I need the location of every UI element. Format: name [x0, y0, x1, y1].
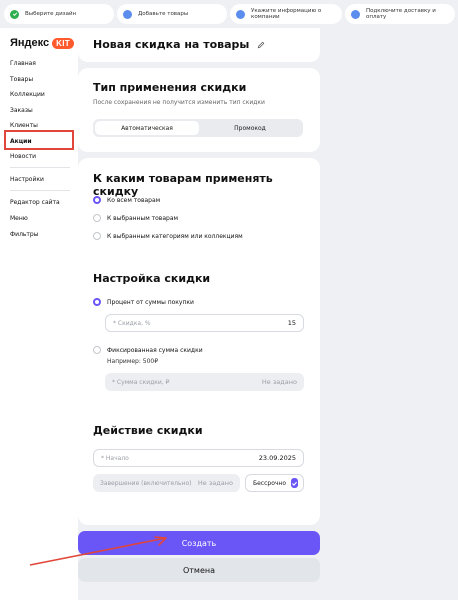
checkmark-icon	[291, 478, 299, 488]
check-icon	[10, 9, 19, 19]
sidebar-item-menu[interactable]: Меню	[10, 215, 28, 222]
radio-fixed[interactable]: Фиксированная сумма скидки	[93, 346, 203, 354]
discount-period-card: Действие скидки * Начало 23.09.2025 Заве…	[78, 412, 320, 525]
field-value: Не задано	[261, 378, 297, 386]
pencil-icon[interactable]	[257, 41, 265, 49]
step-dot-icon	[123, 9, 132, 19]
page-title-text: Новая скидка на товары	[93, 38, 250, 51]
brand-name: Яндекс	[10, 37, 50, 49]
tab-automatic[interactable]: Автоматическая	[95, 121, 199, 135]
radio-unchecked-icon	[93, 346, 101, 354]
radio-selected-categories[interactable]: К выбранным категориям или коллекциям	[93, 232, 243, 240]
radio-label: Процент от суммы покупки	[107, 298, 194, 306]
title-card: Новая скидка на товары	[78, 28, 320, 62]
radio-unchecked-icon	[93, 214, 101, 222]
field-placeholder: Завершение (включительно)	[100, 479, 192, 487]
field-value: 23.09.2025	[258, 454, 296, 462]
field-placeholder: * Скидка, %	[113, 319, 151, 327]
sidebar-item-clients[interactable]: Клиенты	[10, 122, 38, 129]
discount-setup-title: Настройка скидки	[93, 272, 211, 285]
discount-period-title: Действие скидки	[93, 424, 203, 437]
field-value: 15	[287, 319, 296, 327]
step-add-products[interactable]: Добавьте товары	[117, 4, 227, 24]
discount-setup-card: Настройка скидки Процент от суммы покупк…	[78, 260, 320, 430]
radio-percent[interactable]: Процент от суммы покупки	[93, 298, 194, 306]
sidebar-item-collections[interactable]: Коллекции	[10, 91, 45, 98]
sidebar-item-site-editor[interactable]: Редактор сайта	[10, 199, 60, 206]
field-placeholder: * Начало	[101, 454, 129, 462]
indefinite-checkbox[interactable]: Бессрочно	[245, 474, 304, 492]
onboarding-steps: Выберите дизайн Добавьте товары Укажите …	[0, 0, 458, 28]
step-label: Добавьте товары	[138, 11, 189, 17]
apply-scope-title: К каким товарам применять скидку	[93, 172, 273, 198]
sidebar-item-orders[interactable]: Заказы	[10, 107, 33, 114]
end-date-input[interactable]: Завершение (включительно) Не задано	[93, 474, 240, 492]
brand-logo[interactable]: Яндекс KIT	[10, 37, 74, 49]
fixed-hint: Например: 500₽	[107, 358, 159, 365]
sidebar-divider	[10, 190, 70, 191]
step-company-info[interactable]: Укажите информацию о компании	[230, 4, 342, 24]
field-value: Не задано	[197, 479, 233, 487]
step-delivery-payment[interactable]: Подключите доставку и оплату	[345, 4, 455, 24]
radio-all-products[interactable]: Ко всем товарам	[93, 196, 160, 204]
step-label: Подключите доставку и оплату	[366, 8, 436, 20]
step-label: Выберите дизайн	[25, 11, 77, 17]
discount-type-subtitle: После сохранения не получится изменить т…	[93, 99, 265, 106]
radio-label: Фиксированная сумма скидки	[107, 346, 203, 354]
step-label: Укажите информацию о компании	[251, 8, 322, 20]
discount-type-title: Тип применения скидки	[93, 81, 247, 94]
step-choose-design[interactable]: Выберите дизайн	[4, 4, 114, 24]
sidebar-item-products[interactable]: Товары	[10, 76, 33, 83]
sidebar-item-news[interactable]: Новости	[10, 153, 36, 160]
discount-type-switch: Автоматическая Промокод	[93, 119, 303, 137]
brand-badge: KIT	[52, 37, 74, 49]
radio-unchecked-icon	[93, 232, 101, 240]
radio-label: К выбранным товарам	[107, 214, 179, 222]
radio-checked-icon	[93, 196, 101, 204]
radio-selected-products[interactable]: К выбранным товарам	[93, 214, 178, 222]
sidebar-item-home[interactable]: Главная	[10, 60, 36, 67]
discount-type-card: Тип применения скидки После сохранения н…	[78, 68, 320, 152]
radio-label: К выбранным категориям или коллекциям	[107, 232, 243, 240]
highlight-annotation	[4, 130, 74, 150]
page-title: Новая скидка на товары	[93, 38, 265, 51]
sidebar: Яндекс KIT Главная Товары Коллекции Зака…	[0, 28, 78, 600]
checkbox-label: Бессрочно	[253, 479, 287, 487]
radio-checked-icon	[93, 298, 101, 306]
step-dot-icon	[236, 9, 245, 19]
sidebar-item-settings[interactable]: Настройки	[10, 176, 44, 183]
field-placeholder: * Сумма скидки, ₽	[112, 378, 170, 386]
arrow-annotation	[29, 536, 167, 566]
start-date-input[interactable]: * Начало 23.09.2025	[93, 449, 304, 467]
fixed-amount-input[interactable]: * Сумма скидки, ₽ Не задано	[105, 373, 304, 391]
sidebar-item-filters[interactable]: Фильтры	[10, 231, 38, 238]
step-dot-icon	[351, 9, 360, 19]
radio-label: Ко всем товарам	[107, 196, 161, 204]
sidebar-divider	[10, 167, 70, 168]
tab-promocode[interactable]: Промокод	[199, 121, 301, 135]
discount-percent-input[interactable]: * Скидка, % 15	[105, 314, 304, 332]
